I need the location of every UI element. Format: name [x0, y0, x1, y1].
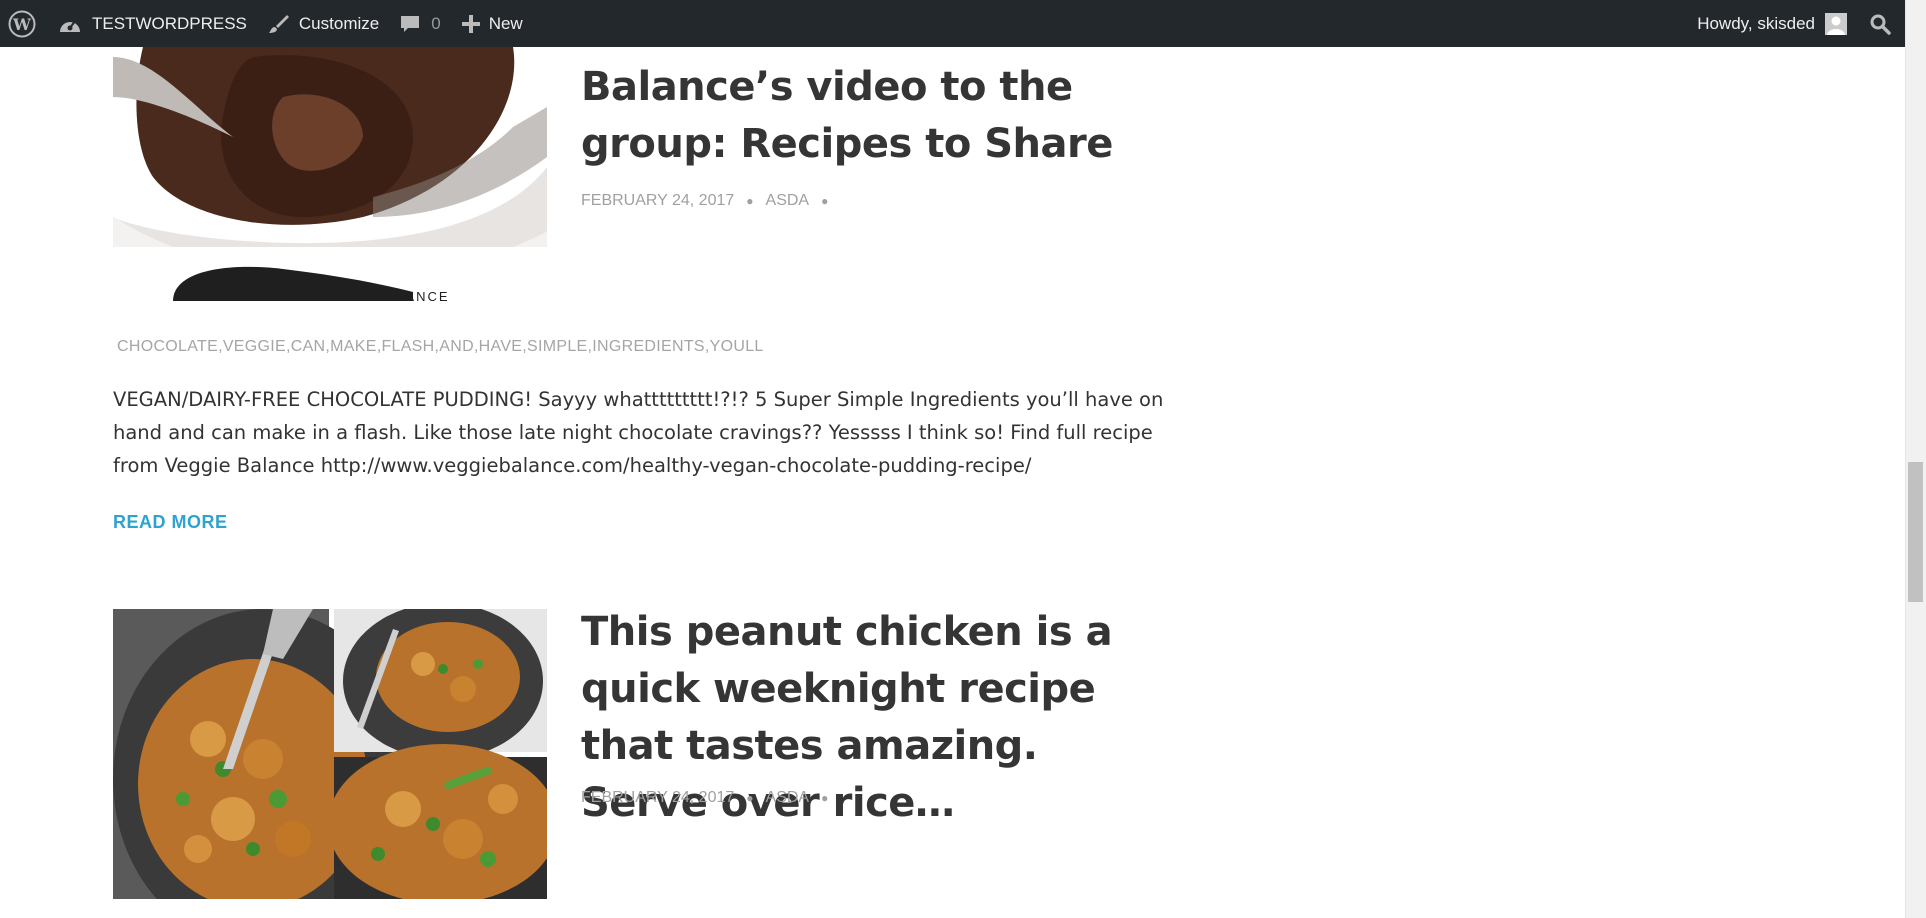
site-name: TESTWORDPRESS — [92, 13, 247, 33]
comments-link[interactable]: 0 — [389, 0, 450, 47]
meta-separator: ● — [746, 194, 754, 208]
post-tags[interactable]: CHOCOLATE,VEGGIE,CAN,MAKE,FLASH,AND,HAVE… — [117, 338, 764, 356]
read-more-link[interactable]: READ MORE — [113, 512, 228, 533]
page-scrollbar[interactable] — [1905, 0, 1926, 918]
post-author[interactable]: ASDA — [766, 789, 810, 807]
post-meta: FEBRUARY 24, 2017 ● ASDA ● — [581, 192, 840, 210]
user-silhouette-icon — [1827, 16, 1845, 35]
my-account-menu[interactable]: Howdy, skisded — [1687, 0, 1855, 47]
comment-bubble-icon — [401, 15, 420, 32]
post-meta: FEBRUARY 24, 2017 ● ASDA ● — [581, 789, 840, 807]
meta-separator: ● — [821, 194, 829, 208]
post-author[interactable]: ASDA — [766, 192, 810, 210]
new-content-menu[interactable]: New — [451, 0, 533, 47]
post-date[interactable]: FEBRUARY 24, 2017 — [581, 192, 734, 210]
site-name-menu[interactable]: TESTWORDPRESS — [48, 0, 257, 47]
post-excerpt: VEGAN/DAIRY-FREE CHOCOLATE PUDDING! Sayy… — [113, 388, 1164, 477]
plus-icon — [461, 14, 480, 33]
post-date[interactable]: FEBRUARY 24, 2017 — [581, 789, 734, 807]
comments-count: 0 — [431, 13, 441, 33]
image-brand-text: VEGGIEBALANCE — [313, 289, 450, 301]
post-article: This peanut chicken is a quick weeknight… — [113, 608, 1183, 908]
post-thumbnail[interactable]: VEGGIEBALANCE — [113, 47, 547, 301]
post-article: VEGGIEBALANCE Balance’s video to the gro… — [113, 0, 1183, 560]
admin-bar: W TESTWORDPRESS Customize 0 New Howdy, s… — [0, 0, 1905, 47]
meta-separator: ● — [821, 791, 829, 805]
post-thumbnail[interactable] — [113, 609, 547, 899]
search-icon — [1870, 14, 1891, 35]
howdy-greeting: Howdy, skisded — [1697, 13, 1815, 33]
meta-separator: ● — [746, 791, 754, 805]
wordpress-icon: W — [8, 10, 36, 37]
post-title-text: Balance’s video to the group: Recipes to… — [581, 64, 1113, 167]
dashboard-icon — [60, 19, 80, 32]
paintbrush-icon — [268, 14, 289, 33]
customize-label: Customize — [298, 13, 380, 33]
new-label: New — [488, 13, 523, 33]
peanut-chicken-image — [113, 609, 547, 899]
wordpress-logo-menu[interactable]: W — [0, 0, 48, 47]
svg-text:W: W — [12, 15, 32, 34]
scrollbar-thumb[interactable] — [1908, 462, 1923, 602]
avatar — [1825, 12, 1847, 35]
search-toggle[interactable] — [1855, 0, 1905, 47]
customize-link[interactable]: Customize — [257, 0, 389, 47]
chocolate-pudding-image: VEGGIEBALANCE — [113, 47, 547, 301]
